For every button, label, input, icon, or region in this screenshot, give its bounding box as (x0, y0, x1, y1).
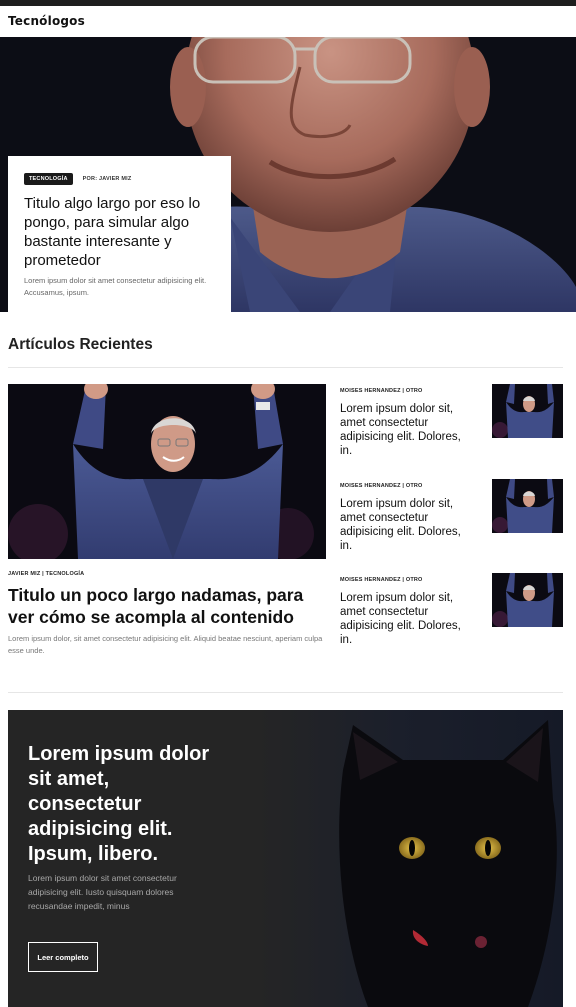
list-item-meta: MOISES HERNANDEZ | OTRO (340, 483, 423, 489)
list-item[interactable]: MOISES HERNANDEZ | OTRO Lorem ipsum dolo… (340, 384, 563, 468)
thumbnail-photo (492, 479, 563, 533)
hero-meta: TECNOLOGÍA POR: JAVIER MIZ (24, 172, 215, 186)
featured-title[interactable]: Titulo un poco largo nadamas, para ver c… (8, 584, 328, 628)
list-item[interactable]: MOISES HERNANDEZ | OTRO Lorem ipsum dolo… (340, 573, 563, 657)
thumbnail-photo (492, 573, 563, 627)
promo-banner: Lorem ipsum dolor sit amet, consectetur … (8, 710, 563, 1007)
section-divider (8, 367, 563, 368)
featured-excerpt: Lorem ipsum dolor, sit amet consectetur … (8, 634, 323, 655)
featured-photo (8, 384, 326, 559)
category-badge[interactable]: TECNOLOGÍA (24, 173, 73, 185)
list-item-thumbnail[interactable] (492, 573, 563, 627)
thumbnail-photo (492, 384, 563, 438)
list-item[interactable]: MOISES HERNANDEZ | OTRO Lorem ipsum dolo… (340, 479, 563, 563)
hero-card[interactable]: TECNOLOGÍA POR: JAVIER MIZ Titulo algo l… (8, 156, 231, 312)
hero-section[interactable]: TECNOLOGÍA POR: JAVIER MIZ Titulo algo l… (0, 37, 576, 312)
list-item-title[interactable]: Lorem ipsum dolor sit, amet consectetur … (340, 591, 470, 647)
hero-excerpt: Lorem ipsum dolor sit amet consectetur a… (24, 276, 207, 297)
read-more-button[interactable]: Leer completo (28, 942, 98, 972)
list-item-title[interactable]: Lorem ipsum dolor sit, amet consectetur … (340, 402, 470, 458)
list-item-thumbnail[interactable] (492, 384, 563, 438)
section-title-recent: Artículos Recientes (8, 336, 153, 353)
list-item-meta: MOISES HERNANDEZ | OTRO (340, 577, 423, 583)
list-item-title[interactable]: Lorem ipsum dolor sit, amet consectetur … (340, 497, 470, 553)
featured-article-image[interactable] (8, 384, 326, 559)
featured-meta: JAVIER MIZ | TECNOLOGÍA (8, 571, 85, 577)
list-item-meta: MOISES HERNANDEZ | OTRO (340, 388, 423, 394)
hero-title[interactable]: Titulo algo largo por eso lo pongo, para… (24, 194, 215, 270)
list-item-thumbnail[interactable] (492, 479, 563, 533)
banner-text: Lorem ipsum dolor sit amet consectetur a… (28, 873, 177, 911)
section-divider (8, 692, 563, 693)
navbar: Tecnólogos (0, 6, 576, 37)
brand-logo[interactable]: Tecnólogos (8, 14, 85, 28)
banner-title: Lorem ipsum dolor sit amet, consectetur … (28, 743, 210, 865)
hero-byline: POR: JAVIER MIZ (82, 176, 132, 182)
